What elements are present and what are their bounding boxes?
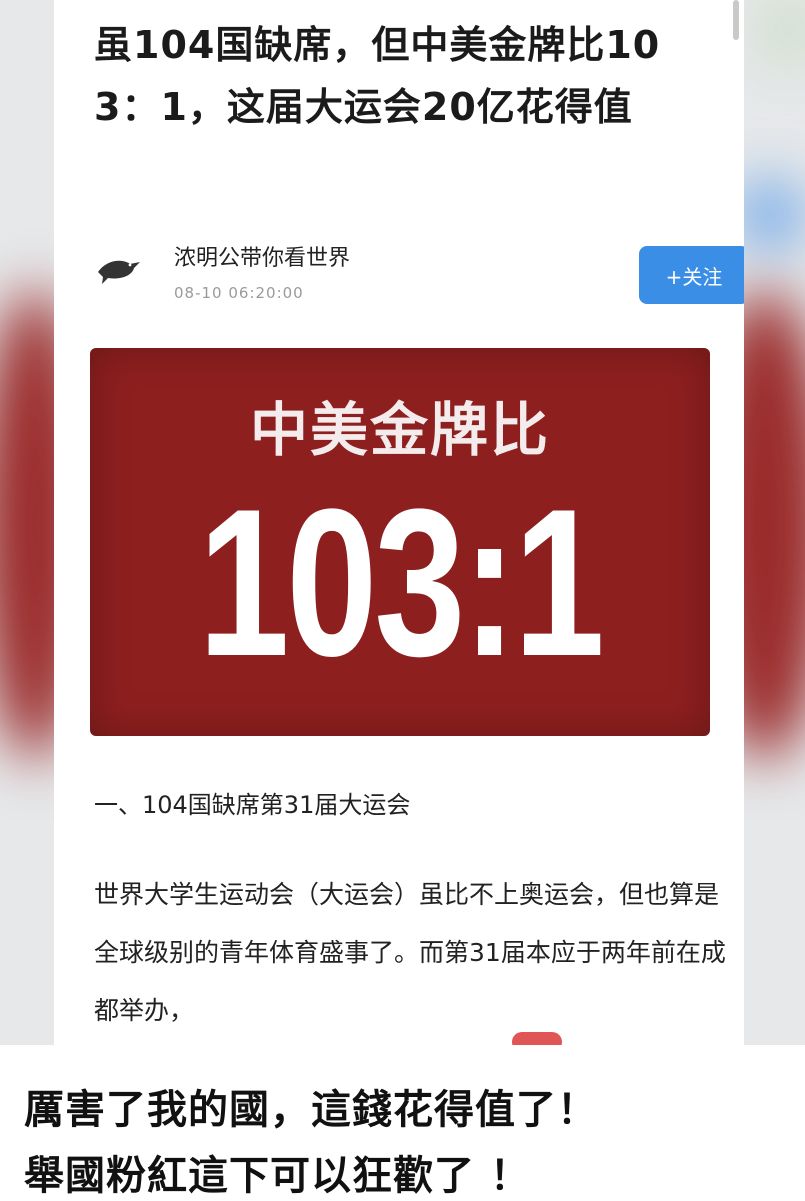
article-body: 世界大学生运动会（大运会）虽比不上奥运会，但也算是全球级别的青年体育盛事了。而第… bbox=[94, 880, 726, 1025]
author-name[interactable]: 浓明公带你看世界 bbox=[174, 240, 350, 272]
bird-avatar-icon bbox=[98, 260, 140, 284]
publish-timestamp: 08-10 06:20:00 bbox=[174, 284, 304, 302]
scrollbar[interactable] bbox=[733, 0, 739, 40]
banner-score: 103:1 bbox=[198, 465, 604, 700]
background-blur-green bbox=[760, 0, 805, 60]
caption-line-2: 舉國粉紅這下可以狂歡了 ！ bbox=[24, 1153, 531, 1199]
background-blur-blue bbox=[735, 180, 805, 250]
follow-button[interactable]: +关注 bbox=[639, 246, 744, 304]
banner-heading: 中美金牌比 bbox=[249, 396, 550, 464]
caption-area: 厲害了我的國，這錢花得值了！ 舉國粉紅這下可以狂歡了 ！ bbox=[0, 1045, 805, 1200]
section-heading: 一、104国缺席第31届大运会 bbox=[94, 791, 411, 819]
medal-ratio-banner: 中美金牌比 103:1 bbox=[90, 348, 710, 736]
floating-badge[interactable] bbox=[512, 1032, 562, 1045]
caption-line-1: 厲害了我的國，這錢花得值了！ bbox=[24, 1087, 598, 1133]
article-title: 虽104国缺席，但中美金牌比103：1，这届大运会20亿花得值 bbox=[94, 23, 661, 129]
author-row: 浓明公带你看世界 08-10 06:20:00 +关注 bbox=[94, 240, 744, 310]
article-screenshot: 虽104国缺席，但中美金牌比103：1，这届大运会20亿花得值 浓明公带你看世界… bbox=[54, 0, 744, 1045]
